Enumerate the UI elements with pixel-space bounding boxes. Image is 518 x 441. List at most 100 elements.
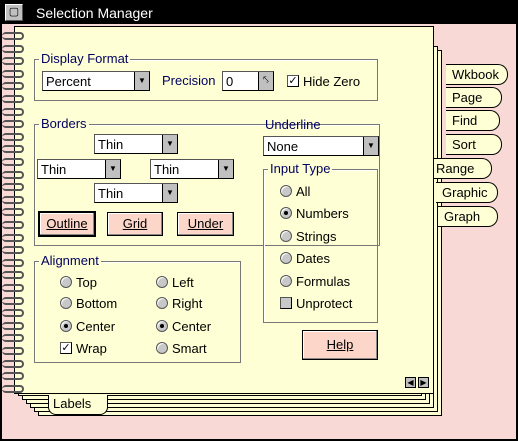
border-right-select[interactable]: Thin ▼ <box>150 159 234 179</box>
alignment-label: Alignment <box>39 253 101 268</box>
align-vcenter-radio[interactable] <box>60 320 72 332</box>
tab-labels[interactable]: Labels <box>48 395 108 415</box>
precision-value: 0 <box>226 74 234 89</box>
input-dates-radio[interactable] <box>280 252 292 264</box>
align-top-radio[interactable] <box>60 276 72 288</box>
help-button[interactable]: Help <box>302 330 378 360</box>
prev-page-icon[interactable]: ◀ <box>405 377 416 388</box>
align-right-label: Right <box>172 296 203 311</box>
spiral-ring <box>2 120 24 129</box>
format-value: Percent <box>46 74 91 89</box>
input-strings-radio[interactable] <box>280 230 292 242</box>
borders-label: Borders <box>39 116 89 131</box>
spiral-ring <box>2 69 24 78</box>
align-left-label: Left <box>172 275 194 290</box>
precision-label: Precision <box>162 73 216 88</box>
spiral-ring <box>2 107 24 116</box>
border-left-select[interactable]: Thin ▼ <box>37 159 121 179</box>
spiral-ring <box>2 258 24 267</box>
display-format-label: Display Format <box>39 51 131 66</box>
align-vcenter-label: Center <box>76 319 116 334</box>
tab-graph[interactable]: Graph <box>438 206 498 227</box>
border-top-value: Thin <box>98 137 124 152</box>
align-hcenter-label: Center <box>172 319 212 334</box>
chevron-down-icon[interactable]: ▼ <box>134 72 149 90</box>
unprotect-checkbox[interactable] <box>280 297 292 309</box>
input-strings-label: Strings <box>296 229 337 244</box>
grid-button-label: Grid <box>122 216 148 231</box>
grid-button[interactable]: Grid <box>107 212 163 236</box>
input-all-radio[interactable] <box>280 185 292 197</box>
spiral-ring <box>2 334 24 343</box>
next-page-icon[interactable]: ▶ <box>418 377 429 388</box>
spin-icon[interactable]: ⤣ <box>258 72 273 90</box>
chevron-down-icon[interactable]: ▼ <box>105 160 120 178</box>
spiral-ring <box>2 132 24 141</box>
chevron-down-icon[interactable]: ▼ <box>162 184 177 202</box>
chevron-down-icon[interactable]: ▼ <box>218 160 233 178</box>
spiral-ring <box>2 309 24 318</box>
tab-find[interactable]: Find <box>446 110 500 131</box>
spiral-ring <box>2 233 24 242</box>
align-hcenter-radio[interactable] <box>156 320 168 332</box>
align-smart-label: Smart <box>172 341 207 356</box>
underline-label: Underline <box>265 117 321 132</box>
tab-wkbook[interactable]: Wkbook <box>446 64 508 85</box>
spiral-ring <box>2 82 24 91</box>
tab-graphic[interactable]: Graphic <box>436 182 498 203</box>
tab-page[interactable]: Page <box>446 87 502 108</box>
align-smart-radio[interactable] <box>156 342 168 354</box>
wrap-label: Wrap <box>76 341 107 356</box>
spiral-ring <box>2 183 24 192</box>
wrap-checkbox[interactable]: ✓ <box>60 342 72 354</box>
window-title: Selection Manager <box>36 5 153 21</box>
spiral-ring <box>2 271 24 280</box>
input-numbers-radio[interactable] <box>280 207 292 219</box>
spiral-ring <box>2 321 24 330</box>
outline-button-label: Outline <box>46 216 88 231</box>
chevron-down-icon[interactable]: ▼ <box>162 135 177 153</box>
chevron-down-icon[interactable]: ▼ <box>363 137 378 155</box>
tab-range[interactable]: Range <box>430 158 492 179</box>
spiral-ring <box>2 347 24 355</box>
unprotect-label: Unprotect <box>296 296 353 311</box>
align-top-label: Top <box>76 275 97 290</box>
help-button-label: Help <box>326 337 354 352</box>
spiral-ring <box>2 32 24 40</box>
spiral-ring <box>2 57 24 66</box>
spiral-ring <box>2 246 24 255</box>
align-bottom-radio[interactable] <box>60 297 72 309</box>
border-bottom-value: Thin <box>98 186 124 201</box>
spiral-ring <box>2 95 24 103</box>
spiral-ring <box>2 384 24 393</box>
format-select[interactable]: Percent ▼ <box>42 71 150 91</box>
spiral-ring <box>2 296 24 305</box>
input-formulas-label: Formulas <box>296 274 351 289</box>
border-top-select[interactable]: Thin ▼ <box>94 134 178 154</box>
system-menu-icon[interactable]: ▢ <box>5 4 23 21</box>
align-right-radio[interactable] <box>156 297 168 309</box>
tab-sort[interactable]: Sort <box>446 134 502 155</box>
under-button-label: Under <box>187 216 224 231</box>
align-left-radio[interactable] <box>156 276 168 288</box>
underline-select[interactable]: None ▼ <box>263 136 379 156</box>
title-bar[interactable]: ▢ Selection Manager <box>2 2 516 24</box>
input-all-label: All <box>296 184 311 199</box>
spiral-ring <box>2 208 24 217</box>
hide-zero-label: Hide Zero <box>303 74 361 89</box>
spiral-ring <box>2 44 24 53</box>
border-bottom-select[interactable]: Thin ▼ <box>94 183 178 203</box>
spiral-ring <box>2 158 24 166</box>
spiral-ring <box>2 195 24 204</box>
under-button[interactable]: Under <box>177 212 234 236</box>
spiral-ring <box>2 359 24 368</box>
spiral-ring <box>2 284 24 292</box>
border-left-value: Thin <box>41 162 67 177</box>
outline-button[interactable]: Outline <box>38 211 96 237</box>
underline-value: None <box>267 139 299 154</box>
spiral-ring <box>2 372 24 381</box>
hide-zero-checkbox[interactable]: ✓ <box>287 75 299 87</box>
precision-spinner[interactable]: 0 ⤣ <box>222 71 274 91</box>
input-formulas-radio[interactable] <box>280 275 292 287</box>
spiral-ring <box>2 145 24 154</box>
